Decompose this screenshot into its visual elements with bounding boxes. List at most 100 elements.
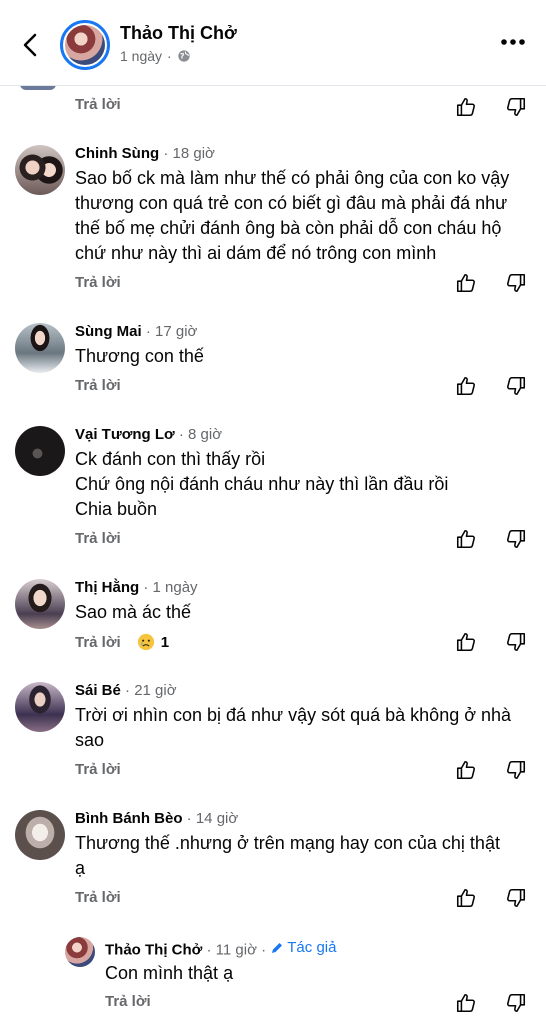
like-icon[interactable]: [455, 96, 477, 118]
author-avatar[interactable]: [60, 20, 110, 70]
commenter-name[interactable]: Thị Hằng: [75, 579, 139, 596]
commenter-avatar[interactable]: [15, 682, 65, 732]
author-badge-label: Tác giả: [287, 939, 337, 956]
comment-line: Con mình thật ạ: [105, 963, 234, 983]
post-header: Thảo Thị Chở 1 ngày ·: [0, 0, 546, 86]
meta-separator: ·: [167, 48, 172, 64]
comment-item: Vại Tương Lơ · 8 giờ Ck đánh con thì thấ…: [0, 423, 546, 558]
dislike-icon[interactable]: [505, 96, 527, 118]
comment-item: Sùng Mai · 17 giờ Thương con thế Trả lời: [0, 320, 546, 405]
pencil-icon: [272, 942, 283, 953]
comment-text: Thương con thế: [75, 344, 535, 369]
commenter-avatar[interactable]: [15, 810, 65, 860]
reply-button[interactable]: Trả lời: [75, 96, 121, 113]
author-name[interactable]: Thảo Thị Chở: [120, 23, 237, 44]
dislike-icon[interactable]: [505, 375, 527, 397]
dislike-icon[interactable]: [505, 887, 527, 909]
comment-text: Thương thế .nhưng ở trên mạng hay con củ…: [75, 831, 535, 881]
reply-button[interactable]: Trả lời: [75, 634, 121, 651]
commenter-avatar[interactable]: [15, 323, 65, 373]
comment-actions: Trả lời 1: [75, 633, 169, 651]
comment-item: Bình Bánh Bèo · 14 giờ Thương thế .nhưng…: [0, 807, 546, 917]
comment-line: Sao bố ck mà làm như thế có phải ông của…: [75, 168, 510, 188]
comment-header: Thảo Thị Chở · 11 giờ · Tác giả: [105, 939, 337, 959]
comment-line: Chứ ông nội đánh cháu như này thì lần đầ…: [75, 474, 449, 494]
commenter-name[interactable]: Chinh Sùng: [75, 145, 159, 162]
back-arrow-icon[interactable]: [16, 30, 46, 60]
comment-item: Chinh Sùng · 18 giờ Sao bố ck mà làm như…: [0, 142, 546, 302]
comment-actions: Trả lời: [75, 274, 121, 291]
comment-time: 18 giờ: [172, 145, 215, 162]
comment-line: Sao mà ác thế: [75, 602, 192, 622]
dislike-icon[interactable]: [505, 528, 527, 550]
like-icon[interactable]: [455, 759, 477, 781]
commenter-name[interactable]: Thảo Thị Chở: [105, 942, 202, 959]
like-icon[interactable]: [455, 992, 477, 1014]
like-icon[interactable]: [455, 631, 477, 653]
comment-line: thế bố mẹ chửi đánh ông bà còn phải dỗ c…: [75, 218, 502, 238]
comment-header: Vại Tương Lơ · 8 giờ: [75, 426, 223, 443]
comment-item: Sái Bé · 21 giờ Trời ơi nhìn con bị đá n…: [0, 679, 546, 789]
comment-actions: Trả lời: [105, 993, 151, 1010]
commenter-avatar[interactable]: [15, 145, 65, 195]
commenter-name[interactable]: Sùng Mai: [75, 323, 142, 340]
author-badge: Tác giả: [270, 939, 336, 956]
reply-button[interactable]: Trả lời: [75, 530, 121, 547]
comment-actions: Trả lời: [75, 96, 121, 113]
comment-header: Chinh Sùng · 18 giờ: [75, 145, 215, 162]
comment-header: Bình Bánh Bèo · 14 giờ: [75, 810, 239, 827]
comment-line: Trời ơi nhìn con bị đá như vậy sót quá b…: [75, 705, 512, 725]
reply-button[interactable]: Trả lời: [105, 993, 151, 1010]
more-options-icon[interactable]: [500, 35, 526, 49]
commenter-name[interactable]: Vại Tương Lơ: [75, 426, 175, 443]
dislike-icon[interactable]: [505, 631, 527, 653]
comment-line: ạ: [75, 858, 86, 878]
dislike-icon[interactable]: [505, 272, 527, 294]
comment-time: 17 giờ: [155, 323, 198, 340]
commenter-avatar[interactable]: [15, 579, 65, 629]
reaction-count: 1: [160, 633, 170, 651]
comment-time: 1 ngày: [152, 579, 198, 596]
comment-text: Ck đánh con thì thấy rồi Chứ ông nội đán…: [75, 447, 535, 522]
comment-actions: Trả lời: [75, 377, 121, 394]
comment-text: Con mình thật ạ: [105, 961, 525, 986]
comment-text: Trời ơi nhìn con bị đá như vậy sót quá b…: [75, 703, 535, 753]
sad-emoji-icon: [137, 633, 154, 651]
like-icon[interactable]: [455, 375, 477, 397]
comment-line: thương con quá trẻ con có biết gì đâu mà…: [75, 193, 508, 213]
comment-time: 8 giờ: [188, 426, 223, 443]
like-icon[interactable]: [455, 272, 477, 294]
dislike-icon[interactable]: [505, 992, 527, 1014]
comment-text: Sao bố ck mà làm như thế có phải ông của…: [75, 166, 535, 266]
comment-line: sao: [75, 730, 105, 750]
commenter-avatar[interactable]: [15, 426, 65, 476]
comment-header: Sùng Mai · 17 giờ: [75, 323, 198, 340]
comment-time: 14 giờ: [195, 810, 239, 827]
like-icon[interactable]: [455, 887, 477, 909]
comment-time: 11 giờ: [215, 941, 257, 959]
like-icon[interactable]: [455, 528, 477, 550]
reply-button[interactable]: Trả lời: [75, 274, 121, 291]
reaction-summary[interactable]: 1: [137, 633, 169, 651]
comment-time: 21 giờ: [134, 682, 177, 699]
comment-line: Ck đánh con thì thấy rồi: [75, 449, 266, 469]
post-meta: 1 ngày ·: [120, 48, 191, 64]
comment-header: Thị Hằng · 1 ngày: [75, 579, 198, 596]
comment-header: Sái Bé · 21 giờ: [75, 682, 177, 699]
post-time[interactable]: 1 ngày: [120, 48, 162, 64]
commenter-name[interactable]: Bình Bánh Bèo: [75, 810, 183, 827]
comment-actions: Trả lời: [75, 889, 121, 906]
comment-line: chứ như này thì ai dám để nó trông con m…: [75, 243, 437, 263]
commenter-name[interactable]: Sái Bé: [75, 682, 121, 699]
dislike-icon[interactable]: [505, 759, 527, 781]
globe-icon: [178, 50, 190, 62]
comment-item: Thị Hằng · 1 ngày Sao mà ác thế Trả lời …: [0, 576, 546, 661]
partial-comment: Trả lời: [0, 84, 546, 126]
reply-button[interactable]: Trả lời: [75, 889, 121, 906]
reply-button[interactable]: Trả lời: [75, 377, 121, 394]
commenter-avatar[interactable]: [65, 937, 95, 967]
author-reply-item: Thảo Thị Chở · 11 giờ · Tác giả Con mình…: [0, 937, 546, 1022]
comment-line: Thương con thế: [75, 346, 204, 366]
comment-line: Chia buồn: [75, 499, 158, 519]
reply-button[interactable]: Trả lời: [75, 761, 121, 778]
